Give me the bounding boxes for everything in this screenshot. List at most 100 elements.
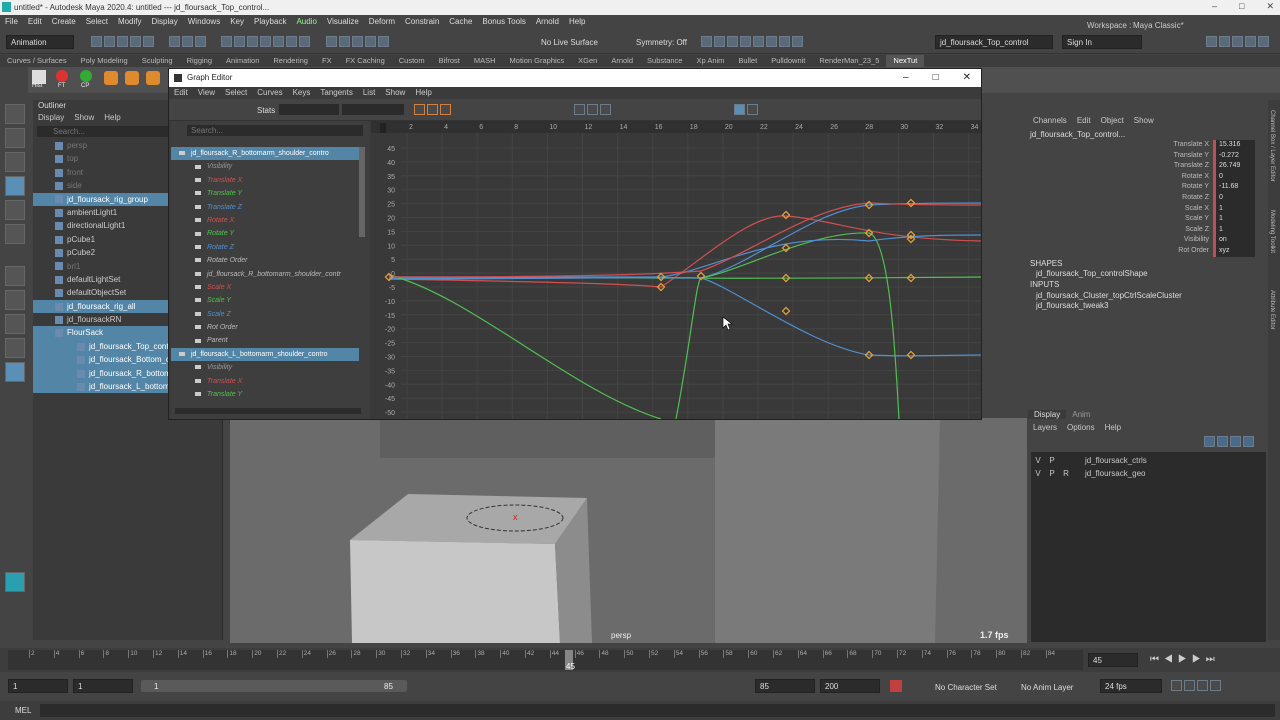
graph-outline-item[interactable]: Translate X — [171, 375, 359, 388]
paint-select-icon[interactable] — [5, 152, 25, 172]
end-time-field[interactable]: 200 — [820, 679, 880, 693]
channel-value[interactable]: 15.316 — [1213, 140, 1255, 151]
output-ops-icon[interactable] — [351, 36, 363, 47]
channel-object-name[interactable]: jd_floursack_Top_control... — [1030, 130, 1125, 139]
layout-two-icon[interactable] — [5, 338, 25, 358]
close-icon[interactable]: ✕ — [1266, 1, 1274, 12]
layer-visible-toggle[interactable]: V — [1031, 456, 1045, 465]
snap-curve-icon[interactable] — [234, 36, 246, 47]
shelf-tab-15[interactable]: Xp Anim — [689, 55, 731, 67]
stepped-tangent-icon[interactable] — [600, 104, 612, 115]
command-input[interactable] — [40, 704, 1275, 717]
graph-view[interactable]: 2468101214161820222426283032341454035302… — [371, 121, 981, 419]
play-icon[interactable]: ▶ — [1178, 654, 1192, 665]
shelf-tab-17[interactable]: Pulldownit — [764, 55, 812, 67]
shelf-tab-1[interactable]: Poly Modeling — [74, 55, 135, 67]
lasso-tool-icon[interactable] — [5, 128, 25, 148]
cube-shelf-icon[interactable] — [104, 71, 118, 85]
menu-bonus-tools[interactable]: Bonus Tools — [477, 15, 530, 29]
graph-outline-item[interactable]: Translate Y — [171, 388, 359, 401]
snap-view-icon[interactable] — [273, 36, 285, 47]
select-component-icon[interactable] — [195, 36, 207, 47]
layer-playback-toggle[interactable]: P — [1045, 469, 1059, 478]
snap-point-icon[interactable] — [247, 36, 259, 47]
graph-outline-item[interactable]: Parent — [171, 334, 359, 347]
stats-field-2[interactable] — [342, 104, 404, 115]
side-tab-channel-box[interactable]: Channel Box / Layer Editor — [1269, 110, 1275, 182]
layer-reference-toggle[interactable]: R — [1059, 469, 1073, 478]
rotate-tool-icon[interactable] — [5, 200, 25, 220]
graph-outline-item[interactable]: Rot Order — [171, 321, 359, 334]
ge-menu-select[interactable]: Select — [220, 87, 252, 99]
shelf-tab-12[interactable]: XGen — [571, 55, 604, 67]
graph-outline-scrollbar[interactable] — [359, 147, 365, 237]
shelf-tab-18[interactable]: RenderMan_23_5 — [812, 55, 886, 67]
anim-layer-dropdown[interactable]: No Anim Layer — [1021, 683, 1073, 692]
ge-minimize-icon[interactable]: – — [903, 69, 909, 87]
pause-icon[interactable] — [792, 36, 803, 47]
graph-outline-item[interactable]: Rotate Y — [171, 227, 359, 240]
graph-editor-titlebar[interactable]: Graph Editor – □ ✕ — [169, 69, 981, 87]
linear-tangent-icon[interactable] — [587, 104, 599, 115]
shelf-tab-19[interactable]: NexTut — [886, 55, 925, 67]
layer-menu-layers[interactable]: Layers — [1028, 423, 1062, 432]
snap-grid-icon[interactable] — [221, 36, 233, 47]
prefs-icon[interactable] — [1210, 680, 1221, 691]
mel-label[interactable]: MEL — [15, 706, 31, 715]
channel-value[interactable]: 1 — [1213, 224, 1255, 236]
start-time-field[interactable]: 1 — [8, 679, 68, 693]
layout-outliner-icon[interactable] — [5, 362, 25, 382]
graph-outline-item[interactable]: Visibility — [171, 160, 359, 173]
viewport-persp[interactable]: x persp 1.7 fps — [230, 418, 1027, 643]
maximize-icon[interactable]: □ — [1239, 1, 1244, 12]
new-layer-icon[interactable] — [1230, 436, 1241, 447]
ge-menu-edit[interactable]: Edit — [169, 87, 193, 99]
channel-row[interactable]: Rotate Y -11.68 — [1028, 182, 1255, 193]
workspace-dropdown[interactable]: Maya Classic* — [1133, 21, 1184, 30]
menu-display[interactable]: Display — [147, 15, 183, 29]
graph-outline-item[interactable]: Rotate Z — [171, 241, 359, 254]
menu-cache[interactable]: Cache — [444, 15, 477, 29]
menu-arnold[interactable]: Arnold — [531, 15, 564, 29]
ge-menu-curves[interactable]: Curves — [252, 87, 287, 99]
channel-row[interactable]: Scale Z 1 — [1028, 224, 1255, 236]
layer-move-up-icon[interactable] — [1204, 436, 1215, 447]
fps-dropdown[interactable]: 24 fps — [1100, 679, 1162, 693]
scale-tool-icon[interactable] — [5, 224, 25, 244]
ipr-icon[interactable] — [701, 36, 712, 47]
shelf-tab-14[interactable]: Substance — [640, 55, 689, 67]
channel-value[interactable]: -0.272 — [1213, 150, 1255, 162]
layer-move-down-icon[interactable] — [1217, 436, 1228, 447]
channel-row[interactable]: Scale Y 1 — [1028, 214, 1255, 225]
ge-close-icon[interactable]: ✕ — [963, 69, 971, 87]
step-back-icon[interactable]: ◀ — [1164, 654, 1178, 665]
layer-name[interactable]: jd_floursack_ctrls — [1073, 456, 1147, 465]
layer-row-ctrls[interactable]: V P jd_floursack_ctrls — [1031, 454, 1266, 467]
layer-name[interactable]: jd_floursack_geo — [1073, 469, 1145, 478]
stats-field-1[interactable] — [279, 104, 339, 115]
sound-icon[interactable] — [1184, 680, 1195, 691]
outliner-menu-display[interactable]: Display — [33, 111, 69, 124]
menu-playback[interactable]: Playback — [249, 15, 291, 29]
channel-value[interactable]: -11.68 — [1213, 182, 1255, 193]
render-settings-icon[interactable] — [727, 36, 738, 47]
menu-constrain[interactable]: Constrain — [400, 15, 444, 29]
frame-all-icon[interactable] — [427, 104, 438, 115]
channel-row[interactable]: Visibility on — [1028, 235, 1255, 246]
history-icon[interactable] — [364, 36, 376, 47]
shape-name[interactable]: jd_floursack_Top_controlShape — [1036, 269, 1148, 278]
move-tool-icon[interactable] — [5, 176, 25, 196]
ge-menu-tangents[interactable]: Tangents — [315, 87, 357, 99]
ge-menu-view[interactable]: View — [193, 87, 220, 99]
attribute-editor-icon[interactable] — [1232, 36, 1243, 47]
live-surface-label[interactable]: No Live Surface — [541, 38, 598, 47]
menu-edit[interactable]: Edit — [23, 15, 47, 29]
channel-row[interactable]: Translate Y -0.272 — [1028, 150, 1255, 162]
tool-settings-icon[interactable] — [1245, 36, 1256, 47]
layer-visible-toggle[interactable]: V — [1031, 469, 1045, 478]
camera-icon[interactable] — [753, 36, 764, 47]
shelf-tab-3[interactable]: Rigging — [180, 55, 219, 67]
go-end-icon[interactable]: ⏭ — [1206, 654, 1220, 665]
channel-row[interactable]: Translate X 15.316 — [1028, 140, 1255, 151]
channel-value[interactable]: 1 — [1213, 203, 1255, 215]
